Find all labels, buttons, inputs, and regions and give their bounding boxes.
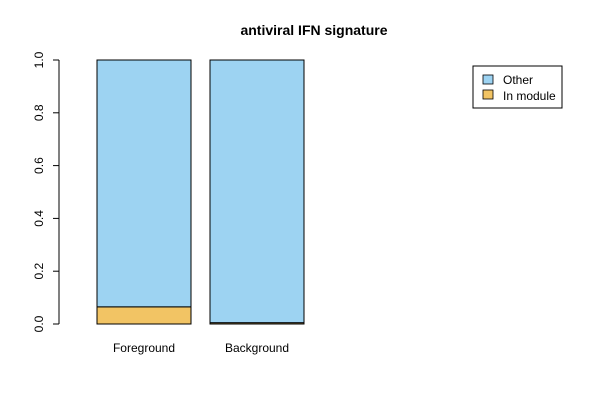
stacked-bar-chart: antiviral IFN signature 0.0 0.2 0.4 0.6 0.8 1… xyxy=(32,22,563,355)
bar-background-other xyxy=(209,59,305,324)
legend-label-other: Other xyxy=(503,73,533,87)
legend-label-in-module: In module xyxy=(503,89,556,103)
legend-swatch-other xyxy=(482,74,494,85)
x-category-label: Foreground xyxy=(113,341,175,355)
legend: Other In module xyxy=(472,65,563,109)
x-category-label: Background xyxy=(225,341,289,355)
y-tick-label: 0.6 xyxy=(32,157,46,174)
chart-title: antiviral IFN signature xyxy=(240,22,387,38)
y-tick-label: 0.4 xyxy=(32,210,46,227)
bar-foreground-other xyxy=(96,59,192,308)
y-tick-label: 1.0 xyxy=(32,51,46,68)
y-tick-label: 0.0 xyxy=(32,315,46,332)
bars xyxy=(96,59,305,325)
legend-swatch-in-module xyxy=(482,89,494,100)
y-tick-label: 0.8 xyxy=(32,104,46,121)
x-axis-labels: Foreground Background xyxy=(113,341,289,355)
y-axis: 0.0 0.2 0.4 0.6 0.8 1.0 xyxy=(32,51,60,332)
bar-foreground-in-module xyxy=(96,306,192,325)
y-tick-label: 0.2 xyxy=(32,263,46,280)
